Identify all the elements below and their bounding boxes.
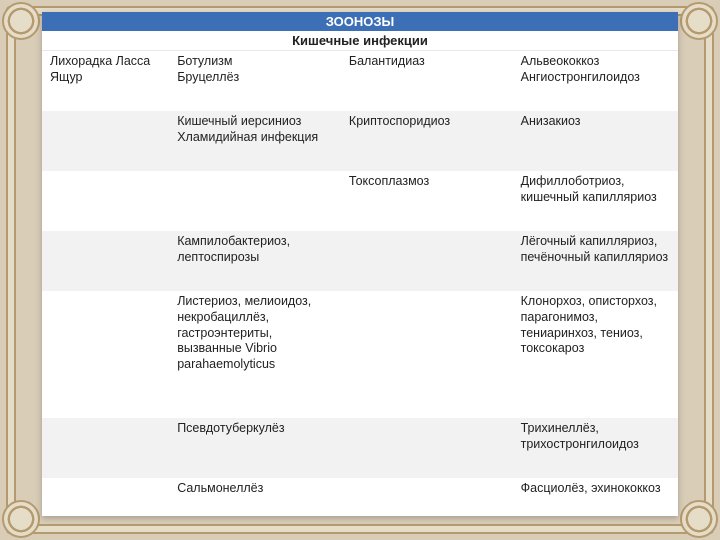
table-cell: Сальмонеллёз [169,478,341,516]
table-cell: Анизакиоз [513,111,678,171]
table-row: Лихорадка ЛассаЯщурБотулизмБруцеллёзБала… [42,51,678,111]
table-cell: Трихинеллёз, трихостронгилоидоз [513,418,678,478]
table-cell: Кампилобактериоз, лептоспирозы [169,231,341,291]
table-cell: Дифиллоботриоз, кишечный капилляриоз [513,171,678,231]
table-title: ЗООНОЗЫ [42,12,678,31]
table-cell: БотулизмБруцеллёз [169,51,341,111]
table-cell: Клонорхоз, описторхоз, парагонимоз, тени… [513,291,678,418]
table-cell [42,111,169,171]
corner-ornament [680,500,718,538]
table-cell [341,418,513,478]
table-row: ТоксоплазмозДифиллоботриоз, кишечный кап… [42,171,678,231]
table-cell [42,418,169,478]
table-cell: Фасциолёз, эхинококкоз [513,478,678,516]
table-cell: Псевдотуберкулёз [169,418,341,478]
table-cell [341,291,513,418]
table-cell: Лихорадка ЛассаЯщур [42,51,169,111]
table-cell [42,231,169,291]
table-cell [341,478,513,516]
table-cell: Листериоз, мелиоидоз, некробациллёз, гас… [169,291,341,418]
table-cell [42,171,169,231]
table-cell: Кишечный иерсиниозХламидийная инфекция [169,111,341,171]
table-row: Псевдотуберкулёз Трихинеллёз, трихостронг… [42,418,678,478]
table-row: Кишечный иерсиниозХламидийная инфекцияКр… [42,111,678,171]
table-cell [341,231,513,291]
corner-ornament [680,2,718,40]
corner-ornament [2,500,40,538]
table-cell: Криптоспоридиоз [341,111,513,171]
table-cell [42,478,169,516]
table-cell [169,171,341,231]
table-row: Сальмонеллёз Фасциолёз, эхинококкоз [42,478,678,516]
table-cell: АльвеококкозАнгиостронгилоидоз [513,51,678,111]
content-sheet: ЗООНОЗЫ Кишечные инфекции Лихорадка Ласс… [42,12,678,516]
table-cell: Токсоплазмоз [341,171,513,231]
table-cell: Лёгочный капилляриоз, печёночный капилля… [513,231,678,291]
table-cell [42,291,169,418]
corner-ornament [2,2,40,40]
table-row: Кампилобактериоз, лептоспирозы Лёгочный к… [42,231,678,291]
table-row: Листериоз, мелиоидоз, некробациллёз, гас… [42,291,678,418]
table-subtitle: Кишечные инфекции [42,31,678,51]
table-cell: Балантидиаз [341,51,513,111]
zoonoses-table: Лихорадка ЛассаЯщурБотулизмБруцеллёзБала… [42,51,678,516]
